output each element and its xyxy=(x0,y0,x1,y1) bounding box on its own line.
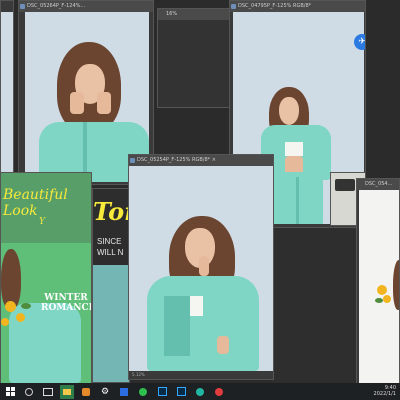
photo-window-center[interactable]: DSC_05254P_F-125% RGB/8* × 5.12% xyxy=(128,154,274,380)
window-title: DSC_04795P_F-125% RGB/8* xyxy=(238,3,312,9)
settings-button[interactable]: ⚙ xyxy=(98,385,112,399)
since-text: SINCE xyxy=(97,237,122,246)
window-title-bar[interactable]: 16% xyxy=(158,9,234,20)
windows-icon xyxy=(5,387,15,396)
window-title-bar[interactable]: DSC_05254P_F-125% RGB/8* × xyxy=(129,155,273,166)
search-icon xyxy=(25,387,33,396)
status-bar: 5.12% xyxy=(129,371,273,379)
portrait-photo xyxy=(129,166,273,371)
app-green-button[interactable] xyxy=(136,385,150,399)
bird-icon[interactable]: ✈ xyxy=(354,34,365,50)
taskbar: ⚙ 9:40 2022/1/1 xyxy=(0,383,400,400)
workspace-background xyxy=(272,228,356,384)
file-explorer-button[interactable] xyxy=(60,384,74,399)
winter-text: WINTER xyxy=(44,293,88,303)
magazine-window[interactable]: Beautiful Look Y WINTER ROMANCE xyxy=(0,172,92,385)
document-icon xyxy=(20,4,25,9)
document-icon xyxy=(130,158,135,163)
magazine-letter: Y xyxy=(39,217,45,227)
browser-icon xyxy=(82,387,90,396)
will-text: WILL N xyxy=(97,248,124,257)
photoshop-button[interactable] xyxy=(155,385,169,399)
app-red-button[interactable] xyxy=(212,385,226,399)
app-teal-icon xyxy=(196,387,204,396)
app-red-icon xyxy=(215,387,223,396)
window-title-bar[interactable]: DSC_054... xyxy=(357,179,399,190)
magazine-script-title: Beautiful Look xyxy=(3,187,68,219)
browser-button[interactable] xyxy=(79,385,93,399)
portrait-photo xyxy=(359,190,399,387)
photo-window-right-edge[interactable]: DSC_054... xyxy=(356,178,400,388)
photoshop-2-button[interactable] xyxy=(174,385,188,399)
chat-icon xyxy=(139,387,147,396)
romance-text: ROMANCE xyxy=(41,303,92,313)
task-view-button[interactable] xyxy=(41,385,55,399)
window-title-bar[interactable]: DSC_05264P_F-124%... xyxy=(19,1,153,12)
system-tray[interactable]: 9:40 2022/1/1 xyxy=(374,385,396,397)
magazine-big-letters: Tom xyxy=(93,197,129,226)
app-blue-icon xyxy=(120,387,128,396)
photo-window-top-center[interactable]: 16% xyxy=(157,8,235,108)
search-button[interactable] xyxy=(22,385,36,399)
document-icon xyxy=(231,4,236,9)
magazine-window-back[interactable]: Tom SINCE WILL N xyxy=(92,188,130,383)
task-view-icon xyxy=(43,387,53,396)
photo-window-left-edge[interactable] xyxy=(0,0,14,190)
window-title: DSC_054... xyxy=(365,181,393,187)
window-title: DSC_05264P_F-124%... xyxy=(27,3,86,9)
magazine-cover: Beautiful Look Y WINTER ROMANCE xyxy=(1,173,92,384)
zoom-level: 16% xyxy=(166,11,178,17)
folder-icon xyxy=(63,388,71,395)
photoshop-icon xyxy=(176,387,186,396)
window-title: DSC_05254P_F-125% RGB/8* × xyxy=(137,157,216,163)
window-title-bar[interactable]: DSC_04795P_F-125% RGB/8* xyxy=(230,1,365,12)
start-button[interactable] xyxy=(3,385,17,399)
zoom-status: 5.12% xyxy=(132,372,145,377)
app-teal-button[interactable] xyxy=(193,385,207,399)
app-blue-button[interactable] xyxy=(117,385,131,399)
photoshop-icon xyxy=(157,387,167,396)
clock-date: 2022/1/1 xyxy=(373,391,396,397)
gear-icon: ⚙ xyxy=(100,386,110,397)
